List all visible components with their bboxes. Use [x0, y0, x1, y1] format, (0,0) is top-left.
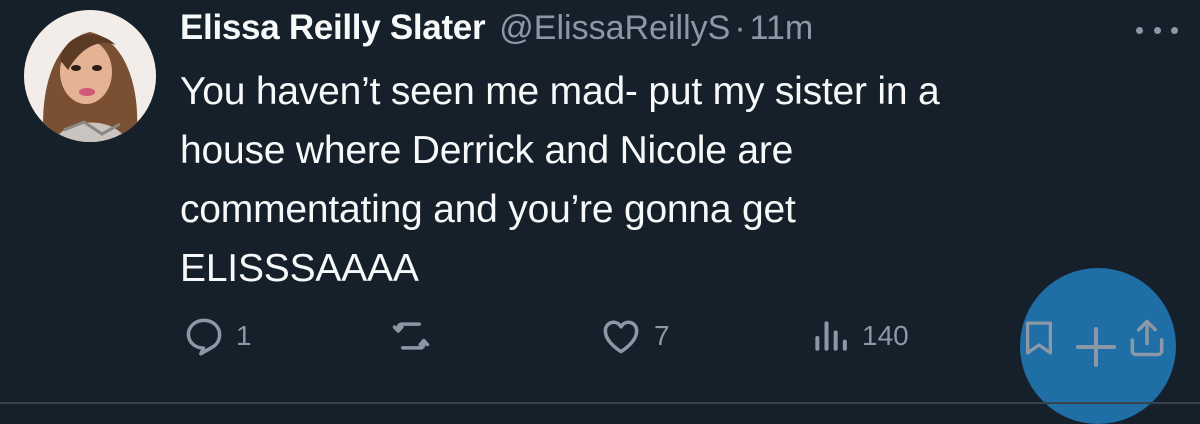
- avatar[interactable]: [24, 10, 156, 142]
- like-button[interactable]: 7: [598, 308, 670, 364]
- timestamp[interactable]: 11m: [750, 9, 814, 48]
- share-icon-overlay: [1130, 319, 1164, 357]
- views-button[interactable]: 140: [808, 308, 909, 364]
- ellipsis-icon[interactable]: [1136, 18, 1178, 42]
- user-handle[interactable]: @ElissaReillyS: [499, 9, 730, 48]
- profile-photo-icon: [24, 10, 156, 142]
- retweet-button[interactable]: [388, 308, 444, 364]
- bookmark-icon-overlay: [1025, 321, 1053, 355]
- reply-count: 1: [236, 320, 252, 351]
- tweet-header: Elissa Reilly Slater @ElissaReillyS · 11…: [180, 8, 813, 54]
- separator-dot: ·: [734, 9, 746, 47]
- retweet-icon: [392, 322, 430, 350]
- divider: [0, 402, 1200, 404]
- like-count: 7: [654, 320, 670, 351]
- reply-icon: [186, 318, 222, 356]
- display-name[interactable]: Elissa Reilly Slater: [180, 8, 486, 48]
- plus-icon: [1076, 327, 1116, 367]
- views-chart-icon: [815, 321, 847, 351]
- tweet[interactable]: Elissa Reilly Slater @ElissaReillyS · 11…: [0, 0, 1200, 424]
- reply-button[interactable]: 1: [182, 308, 252, 364]
- heart-icon: [603, 320, 639, 354]
- tweet-text: You haven’t seen me mad- put my sister i…: [180, 70, 940, 290]
- views-count: 140: [862, 320, 909, 351]
